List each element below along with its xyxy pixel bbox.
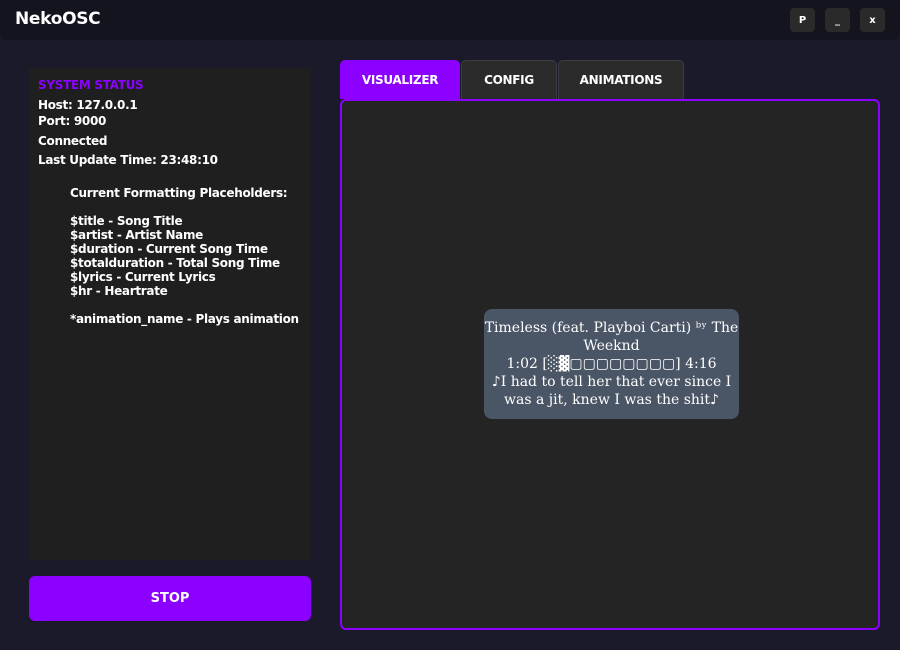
tab-visualizer[interactable]: VISUALIZER [340, 60, 460, 99]
song-artist-continued: Weeknd [583, 338, 640, 354]
placeholder-item: $totalduration - Total Song Time [70, 256, 280, 270]
song-lyrics: ♪I had to tell her that ever since I [491, 374, 732, 390]
title-bar: NekoOSC P _ x [0, 0, 900, 40]
last-update-time: Last Update Time: 23:48:10 [38, 153, 218, 167]
app-title: NekoOSC [15, 9, 101, 29]
song-lyrics-continued: was a jit, knew I was the shit♪ [504, 392, 719, 408]
pin-button[interactable]: P [790, 8, 815, 32]
placeholders-title: Current Formatting Placeholders: [70, 186, 288, 200]
placeholder-item: $hr - Heartrate [70, 284, 168, 298]
connection-status: Connected [38, 134, 108, 148]
minimize-button[interactable]: _ [825, 8, 850, 32]
status-heading: SYSTEM STATUS [38, 78, 144, 92]
close-button[interactable]: x [860, 8, 885, 32]
placeholder-item: $duration - Current Song Time [70, 242, 268, 256]
tab-config[interactable]: CONFIG [461, 60, 557, 99]
placeholder-item: $artist - Artist Name [70, 228, 204, 242]
system-status-panel: SYSTEM STATUS Host: 127.0.0.1 Port: 9000… [29, 68, 311, 560]
animation-placeholder-note: *animation_name - Plays animation [70, 312, 299, 326]
stop-button[interactable]: STOP [29, 576, 311, 621]
tab-animations[interactable]: ANIMATIONS [558, 60, 684, 99]
now-playing-card: Timeless (feat. Playboi Carti) ᵇʸ The We… [484, 309, 739, 419]
placeholder-item: $lyrics - Current Lyrics [70, 270, 216, 284]
host-label: Host: 127.0.0.1 [38, 98, 138, 112]
port-label: Port: 9000 [38, 114, 107, 128]
song-title-artist: Timeless (feat. Playboi Carti) ᵇʸ The [484, 320, 739, 336]
song-progress: 1:02 [░▓▢▢▢▢▢▢▢▢] 4:16 [506, 356, 717, 372]
visualizer-panel: Timeless (feat. Playboi Carti) ᵇʸ The We… [340, 99, 880, 630]
placeholder-item: $title - Song Title [70, 214, 183, 228]
